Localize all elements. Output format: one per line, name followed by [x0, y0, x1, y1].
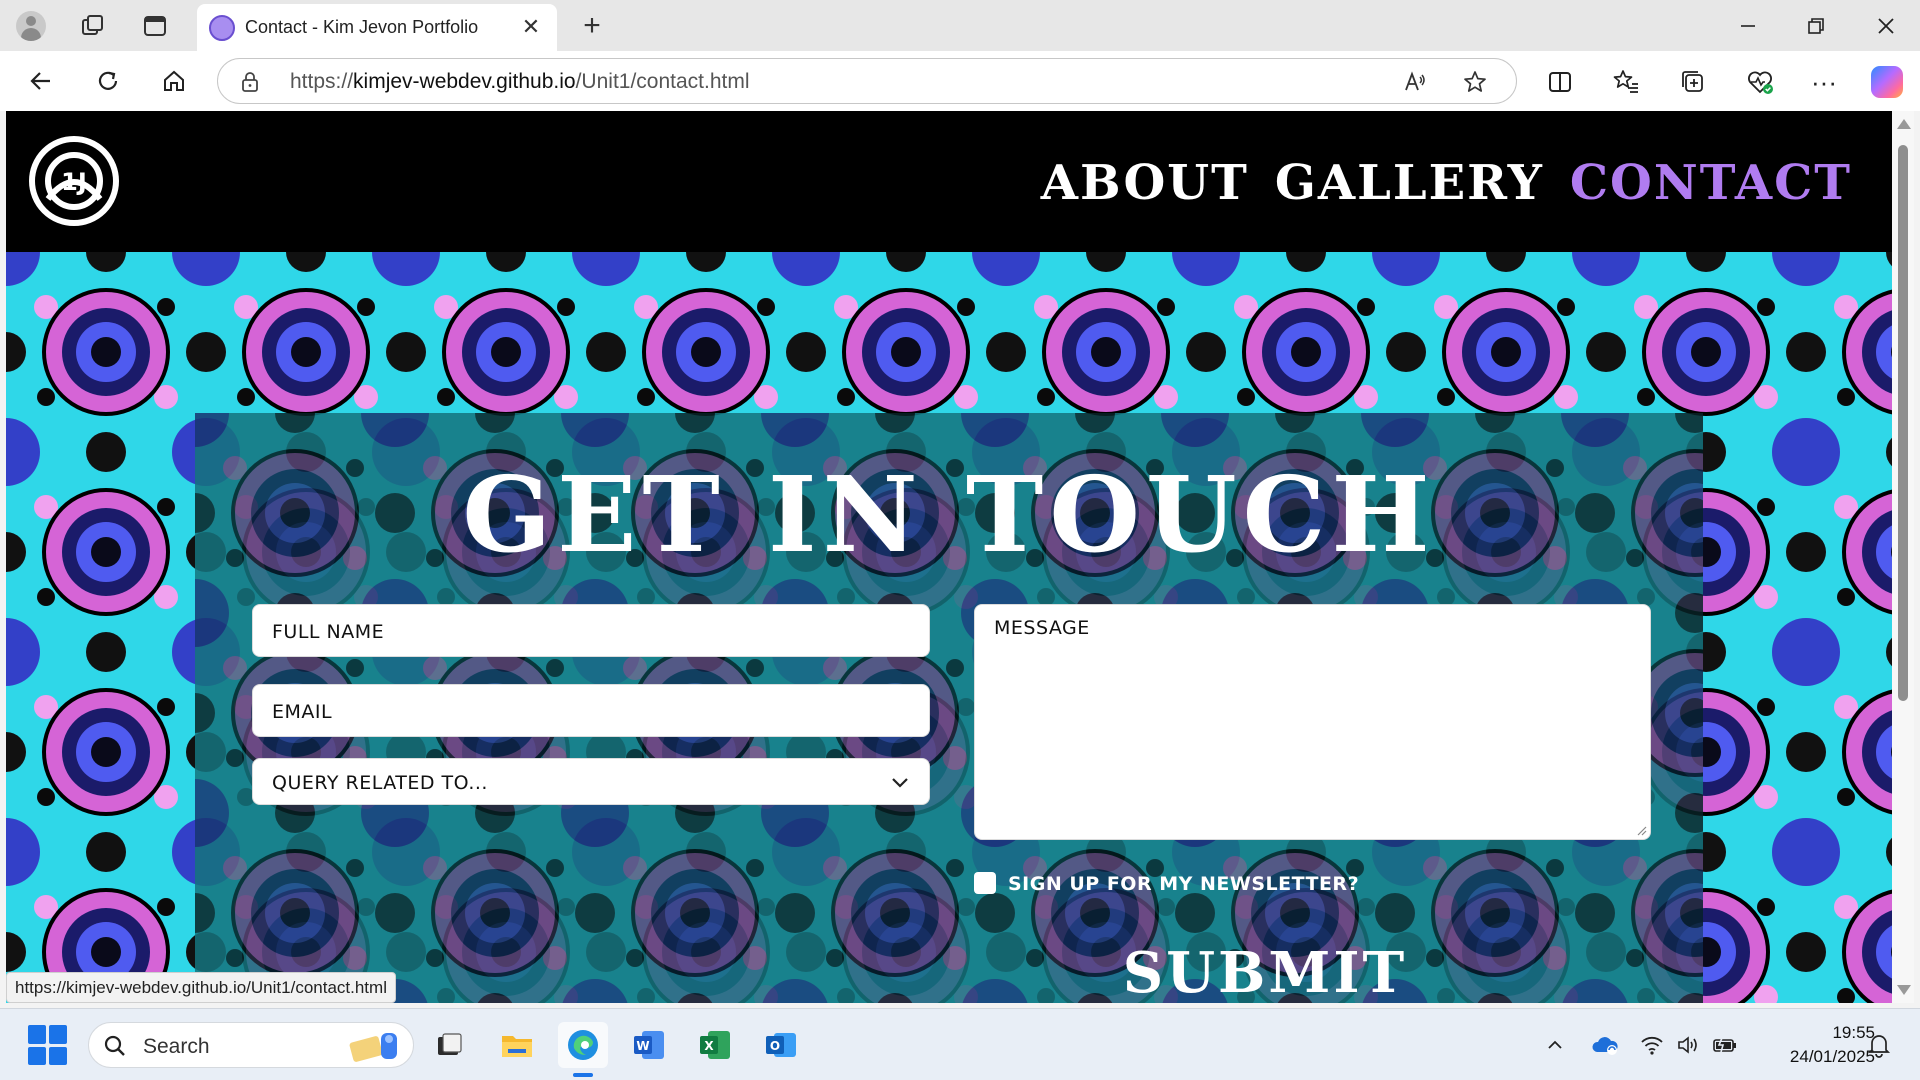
- nav-link-gallery[interactable]: GALLERY: [1275, 155, 1544, 211]
- volume-icon[interactable]: [1674, 1031, 1702, 1059]
- restore-button[interactable]: [1796, 8, 1836, 44]
- email-input[interactable]: EMAIL: [252, 684, 930, 737]
- page-title: GET IN TOUCH: [462, 453, 1436, 576]
- taskbar-search-box[interactable]: Search: [88, 1022, 414, 1068]
- collections-icon[interactable]: [1673, 62, 1713, 102]
- close-tab-icon[interactable]: ✕: [517, 13, 545, 41]
- lock-icon[interactable]: [238, 70, 262, 94]
- site-logo-icon[interactable]: 1J: [28, 135, 120, 227]
- wifi-icon[interactable]: [1638, 1031, 1666, 1059]
- notification-bell-icon[interactable]: [1865, 1031, 1893, 1059]
- tab-contact[interactable]: Contact - Kim Jevon Portfolio ✕: [197, 4, 557, 51]
- taskbar-app-outlook[interactable]: O: [756, 1022, 806, 1068]
- new-tab-button[interactable]: +: [574, 8, 610, 44]
- tray-chevron-up-icon[interactable]: [1541, 1031, 1569, 1059]
- submit-button[interactable]: SUBMIT: [1123, 938, 1404, 1003]
- minimize-button[interactable]: [1728, 8, 1768, 44]
- taskbar-app-terminal[interactable]: [425, 1022, 475, 1068]
- contact-form-panel: GET IN TOUCH FULL NAME EMAIL QUERY RELAT…: [195, 413, 1703, 1003]
- contact-hero: GET IN TOUCH FULL NAME EMAIL QUERY RELAT…: [6, 252, 1892, 1003]
- nav-link-contact[interactable]: CONTACT: [1570, 155, 1852, 211]
- vertical-tabs-icon[interactable]: [138, 9, 172, 43]
- tab-title: Contact - Kim Jevon Portfolio: [245, 17, 479, 37]
- email-placeholder: EMAIL: [272, 701, 333, 723]
- favorite-star-icon[interactable]: [1460, 67, 1490, 97]
- favorites-icon[interactable]: [1606, 62, 1646, 102]
- edge-running-indicator: [573, 1073, 593, 1077]
- read-aloud-icon[interactable]: [1401, 68, 1429, 96]
- close-window-button[interactable]: [1866, 8, 1906, 44]
- svg-text:1J: 1J: [61, 168, 87, 196]
- newsletter-label[interactable]: SIGN UP FOR MY NEWSLETTER?: [1008, 873, 1359, 895]
- taskbar-app-edge[interactable]: [558, 1022, 608, 1068]
- system-clock[interactable]: 19:55 24/01/2025: [1755, 1021, 1875, 1069]
- search-highlight-icon: [349, 1033, 397, 1062]
- taskbar-search-label: Search: [143, 1035, 210, 1058]
- message-textarea[interactable]: MESSAGE: [974, 604, 1651, 840]
- url-host: kimjev-webdev.github.io: [353, 70, 576, 93]
- windows-taskbar: Search W X O 19:55 24/01/2025: [0, 1008, 1920, 1080]
- back-button[interactable]: [22, 62, 60, 100]
- chevron-down-icon: [892, 778, 908, 788]
- web-page-viewport: 1J ABOUT GALLERY CONTACT GET IN TOUCH FU…: [6, 111, 1892, 1003]
- taskbar-app-file-explorer[interactable]: [492, 1022, 542, 1068]
- full-name-placeholder: FULL NAME: [272, 621, 385, 643]
- page-scrollbar[interactable]: [1892, 111, 1914, 1003]
- taskbar-app-excel[interactable]: X: [690, 1022, 740, 1068]
- profile-avatar-icon[interactable]: [14, 9, 48, 43]
- windows-start-icon[interactable]: [28, 1025, 68, 1065]
- svg-text:O: O: [770, 1039, 780, 1053]
- site-nav: ABOUT GALLERY CONTACT: [1041, 155, 1852, 211]
- taskbar-app-word[interactable]: W: [624, 1022, 674, 1068]
- battery-icon[interactable]: [1711, 1031, 1739, 1059]
- url-path: /Unit1/contact.html: [575, 70, 750, 93]
- copilot-icon[interactable]: [1867, 62, 1907, 102]
- svg-text:X: X: [704, 1039, 714, 1053]
- query-select-value: QUERY RELATED TO...: [272, 772, 488, 794]
- performance-heart-icon[interactable]: [1740, 62, 1780, 102]
- split-screen-icon[interactable]: [1540, 62, 1580, 102]
- clock-time: 19:55: [1832, 1023, 1875, 1042]
- home-button[interactable]: [155, 62, 193, 100]
- browser-tab-strip: Contact - Kim Jevon Portfolio ✕ +: [0, 0, 1920, 51]
- clock-date: 24/01/2025: [1789, 1047, 1875, 1066]
- scroll-thumb[interactable]: [1898, 145, 1908, 701]
- resize-grip-icon[interactable]: [1635, 824, 1647, 836]
- nav-link-about[interactable]: ABOUT: [1041, 155, 1249, 211]
- site-header: 1J ABOUT GALLERY CONTACT: [6, 111, 1892, 252]
- link-status-tooltip: https://kimjev-webdev.github.io/Unit1/co…: [6, 972, 396, 1003]
- onedrive-cloud-icon[interactable]: [1591, 1031, 1619, 1059]
- refresh-button[interactable]: [89, 62, 127, 100]
- scroll-down-arrow-icon[interactable]: [1897, 985, 1911, 995]
- newsletter-checkbox[interactable]: [974, 872, 996, 894]
- query-select[interactable]: QUERY RELATED TO...: [252, 758, 930, 805]
- search-icon: [104, 1035, 125, 1056]
- url-prefix: https://: [290, 70, 354, 93]
- url-text[interactable]: https://kimjev-webdev.github.io/Unit1/co…: [290, 70, 750, 94]
- address-bar[interactable]: https://kimjev-webdev.github.io/Unit1/co…: [217, 58, 1517, 104]
- scroll-up-arrow-icon[interactable]: [1897, 119, 1911, 129]
- more-options-icon[interactable]: ···: [1804, 62, 1844, 102]
- site-favicon-icon: [209, 15, 235, 41]
- full-name-input[interactable]: FULL NAME: [252, 604, 930, 657]
- workspaces-icon[interactable]: [76, 9, 110, 43]
- svg-text:W: W: [636, 1039, 649, 1053]
- message-placeholder: MESSAGE: [994, 617, 1090, 639]
